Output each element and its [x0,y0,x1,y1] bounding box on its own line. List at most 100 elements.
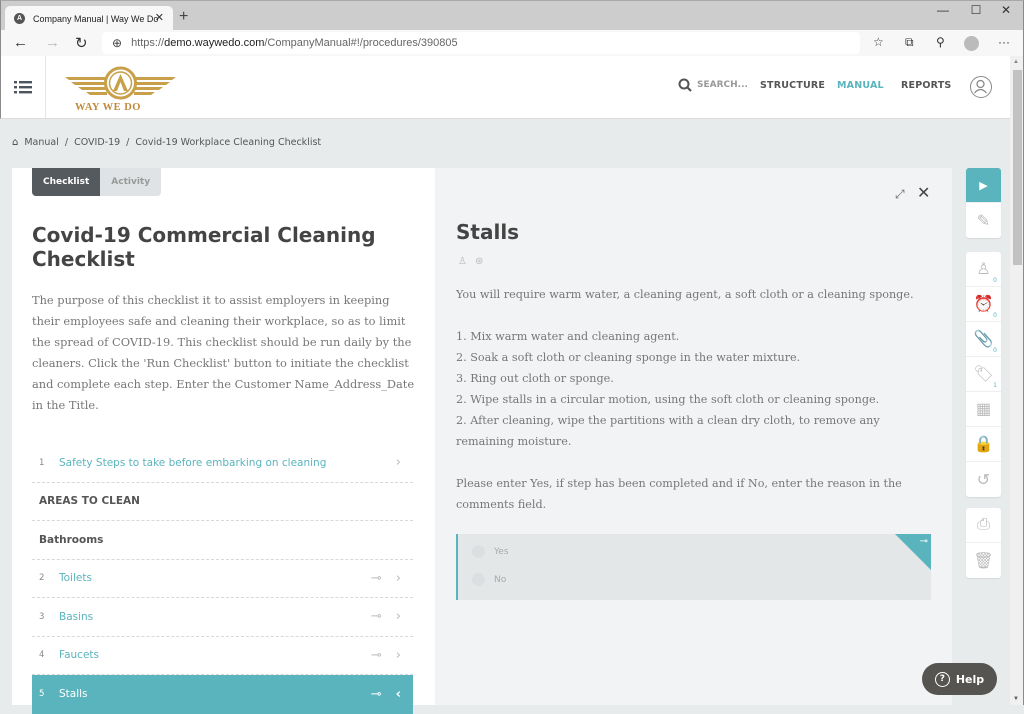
menu-button[interactable] [1,56,46,118]
more-menu-icon[interactable]: ··· [998,35,1010,49]
step-label: Stalls [59,688,88,701]
close-window-icon[interactable]: ✕ [994,3,1018,17]
question-icon: ? [934,671,950,687]
breadcrumb: ⌂ Manual / COVID-19 / Covid-19 Workplace… [12,137,321,148]
option-yes[interactable]: Yes [472,545,509,558]
list-item-selected[interactable]: 5 Stalls ⊸ ‹ [32,675,413,714]
list-item[interactable]: 2 Toilets ⊸ › [32,560,413,598]
action-toolbar: ▶ ✎ [966,168,1001,238]
nav-manual[interactable]: MANUAL [837,80,884,91]
branch-icon: ⊸ [370,647,382,663]
logo-text: WAY WE DO [75,102,141,113]
breadcrumb-covid[interactable]: COVID-19 [74,137,120,148]
assignee-icon[interactable]: ♙ [458,256,467,267]
edit-button[interactable]: ✎ [966,203,1001,238]
answer-options: Yes No ⊸ [456,534,931,600]
expand-icon[interactable]: ⤢ [895,187,905,202]
step-text-line: 1. Mix warm water and cleaning agent. [456,330,680,343]
nav-reports[interactable]: REPORTS [901,80,951,91]
help-button[interactable]: ? Help [922,663,997,695]
search-button[interactable]: SEARCH... [678,78,748,92]
lock-icon: 🔒 [973,436,994,453]
branch-icon: ⊸ [919,536,928,547]
new-tab-icon[interactable]: + [179,8,188,26]
radio-yes[interactable] [472,545,485,558]
url-input[interactable]: ⊕ https://demo.waywedo.com/CompanyManual… [102,32,860,54]
section-label: Bathrooms [39,533,104,546]
option-label: No [494,574,507,585]
step-detail-panel: ⤢ ✕ Stalls ♙ ⊛ You will require warm wat… [435,168,952,705]
app-header: WAY WE DO SEARCH... STRUCTURE MANUAL REP… [0,56,1010,119]
chevron-right-icon: › [395,647,401,663]
hamburger-menu-icon [14,81,32,94]
tags-button[interactable]: 🏷 1 [966,357,1001,392]
site-favicon-icon: A [14,13,25,24]
step-label: Safety Steps to take before embarking on… [59,456,327,469]
list-item[interactable]: 4 Faucets ⊸ › [32,637,413,675]
maximize-icon[interactable]: ☐ [964,3,988,17]
radio-no[interactable] [472,573,485,586]
home-icon: ⌂ [12,137,19,148]
page-scrollbar[interactable]: ▲ ▼ [1010,56,1024,705]
alarm-clock-icon: ⏰ [973,296,994,313]
chevron-right-icon: › [395,609,401,625]
reminders-count: 0 [993,312,997,319]
scroll-up-icon[interactable]: ▲ [1013,59,1019,65]
paperclip-icon: 📎 [973,331,994,348]
breadcrumb-separator: / [126,137,130,148]
back-icon[interactable]: ← [13,34,28,51]
reminders-button[interactable]: ⏰ 0 [966,287,1001,322]
tab-activity[interactable]: Activity [100,168,162,196]
scrollbar-thumb[interactable] [1013,70,1022,265]
scroll-down-icon[interactable]: ▼ [1013,696,1019,702]
list-item[interactable]: 3 Basins ⊸ › [32,598,413,637]
section-header: Bathrooms [32,521,413,560]
way-we-do-logo[interactable]: WAY WE DO [63,65,178,113]
address-bar: ← → ↻ ⊕ https://demo.waywedo.com/Company… [0,30,1024,56]
assignees-button[interactable]: ♙ 0 [966,252,1001,287]
history-icon: ↺ [976,471,991,489]
run-checklist-button[interactable]: ▶ [966,168,1001,203]
play-icon: ▶ [979,179,988,192]
star-circle-icon[interactable]: ⊛ [475,256,483,267]
list-item[interactable]: 1 Safety Steps to take before embarking … [32,444,413,483]
tag-icon: 🏷 [973,366,994,383]
option-label: Yes [494,546,509,557]
permissions-button[interactable]: 🔒 [966,427,1001,462]
attachments-count: 0 [993,347,997,354]
browser-profile-icon[interactable] [964,36,979,51]
user-icon [974,79,987,94]
close-icon[interactable]: ✕ [917,183,930,203]
tab-checklist[interactable]: Checklist [32,168,101,196]
person-icon: ♙ [976,261,991,278]
collections-icon[interactable]: ⧉ [905,35,914,50]
option-no[interactable]: No [472,573,506,586]
schedule-button[interactable]: ▦ [966,392,1001,427]
step-number: 2 [39,573,45,584]
breadcrumb-current[interactable]: Covid-19 Workplace Cleaning Checklist [135,137,321,148]
step-number: 3 [39,611,45,622]
user-account-button[interactable] [970,76,992,98]
minimize-icon[interactable]: — [931,3,955,17]
tags-count: 1 [993,382,997,389]
attachments-button[interactable]: 📎 0 [966,322,1001,357]
close-tab-icon[interactable]: ✕ [155,11,164,24]
step-text-line: 2. Soak a soft cloth or cleaning sponge … [456,351,801,364]
refresh-icon[interactable]: ↻ [75,34,88,52]
step-label: Toilets [59,572,92,585]
step-text-line [456,305,936,326]
favorites-star-icon[interactable]: ☆ [873,35,884,49]
history-button[interactable]: ↺ [966,462,1001,497]
browser-tab[interactable]: A Company Manual | Way We Do ✕ [5,6,173,31]
delete-button[interactable]: 🗑 [966,543,1001,578]
nav-structure[interactable]: STRUCTURE [760,80,825,91]
step-text-line: 3. Ring out cloth or sponge. [456,372,614,385]
share-feedback-icon[interactable]: ⚲ [936,35,945,49]
procedure-title: Covid-19 Commercial Cleaning Checklist [32,223,376,271]
step-text-line: You will require warm water, a cleaning … [456,288,914,301]
print-button[interactable]: ⎙ [966,508,1001,543]
procedure-description: The purpose of this checklist it to assi… [32,293,415,412]
chevron-right-icon: › [395,455,401,471]
breadcrumb-manual[interactable]: Manual [24,137,59,148]
forward-icon[interactable]: → [45,34,60,51]
